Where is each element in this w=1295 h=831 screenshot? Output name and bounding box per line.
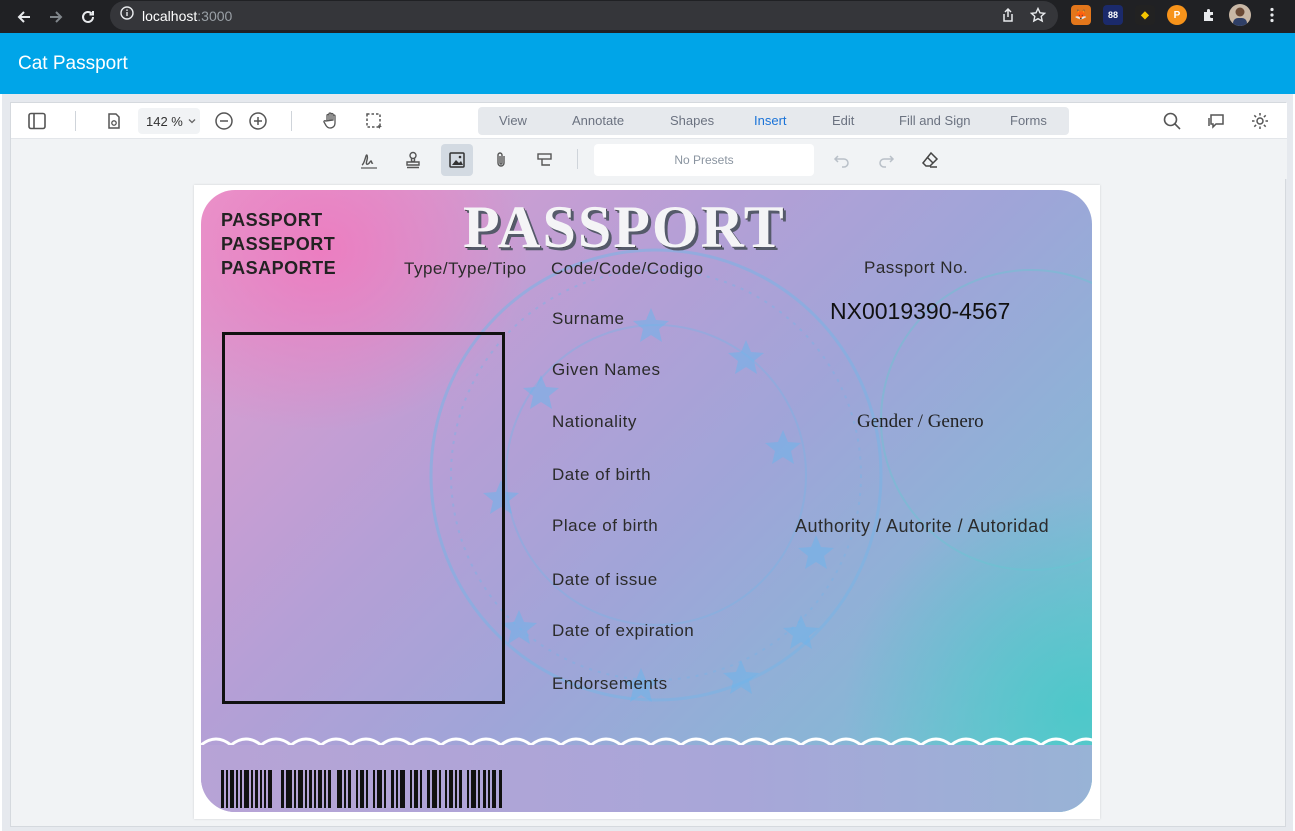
- callout-icon[interactable]: [529, 144, 561, 176]
- address-bar[interactable]: localhost:3000: [110, 1, 1058, 30]
- stamp-icon[interactable]: [397, 144, 429, 176]
- passport-card: PASSPORT PASSEPORT PASAPORTE PASSPORT Ty…: [201, 190, 1092, 812]
- presets-field[interactable]: No Presets: [594, 144, 814, 176]
- sidebar-toggle-icon[interactable]: [26, 110, 48, 132]
- tab-annotate[interactable]: Annotate: [572, 113, 624, 128]
- passport-number-value[interactable]: NX0019390-4567: [830, 298, 1010, 325]
- field-given-names: Given Names: [552, 360, 661, 379]
- metamask-extension-icon[interactable]: 🦊: [1071, 5, 1091, 25]
- search-icon[interactable]: [1161, 110, 1183, 132]
- redo-icon[interactable]: [870, 144, 902, 176]
- extensions-puzzle-icon[interactable]: [1199, 5, 1219, 25]
- zoom-in-icon[interactable]: [247, 110, 269, 132]
- field-date-of-birth: Date of birth: [552, 465, 652, 484]
- pdf-page[interactable]: PASSPORT PASSEPORT PASAPORTE PASSPORT Ty…: [194, 185, 1100, 819]
- header-line-passport: PASSPORT: [221, 210, 323, 230]
- toolbar-divider: [291, 111, 292, 131]
- tab-insert[interactable]: Insert: [754, 113, 787, 128]
- header-line-pasaporte: PASAPORTE: [221, 258, 337, 278]
- browser-toolbar: localhost:3000 🦊 88 ◆ P: [0, 0, 1295, 33]
- tab-edit[interactable]: Edit: [832, 113, 854, 128]
- presets-placeholder: No Presets: [674, 153, 734, 167]
- field-date-of-issue: Date of issue: [552, 570, 658, 589]
- bookmark-star-icon[interactable]: [1029, 6, 1047, 28]
- barcode-graphic: [221, 770, 502, 808]
- profile-avatar[interactable]: [1229, 4, 1251, 26]
- field-surname: Surname: [552, 309, 625, 328]
- photo-placeholder[interactable]: [222, 332, 505, 704]
- field-nationality: Nationality: [552, 412, 637, 431]
- settings-gear-icon[interactable]: [1249, 110, 1271, 132]
- code-label: Code/Code/Codigo: [551, 259, 704, 278]
- reload-icon[interactable]: [74, 3, 102, 31]
- page-settings-icon[interactable]: [103, 110, 125, 132]
- signature-icon[interactable]: [353, 144, 385, 176]
- field-place-of-birth: Place of birth: [552, 516, 659, 535]
- undo-icon[interactable]: [826, 144, 858, 176]
- url-text: localhost:3000: [142, 8, 232, 24]
- image-insert-icon[interactable]: [441, 144, 473, 176]
- gender-label: Gender / Genero: [857, 411, 984, 432]
- zoom-dropdown[interactable]: 142 %: [138, 108, 200, 134]
- back-icon[interactable]: [10, 3, 38, 31]
- header-line-passeport: PASSEPORT: [221, 234, 336, 254]
- field-endorsements: Endorsements: [552, 674, 668, 693]
- app-title: Cat Passport: [18, 52, 128, 74]
- passport-title: PASSPORT: [463, 194, 786, 260]
- authority-label: Authority / Autorite / Autoridad: [795, 516, 1050, 536]
- chevron-down-icon: [187, 114, 197, 129]
- zoom-out-icon[interactable]: [213, 110, 235, 132]
- main-toolbar: 142 % View Annotate Shapes Insert Edit F…: [11, 103, 1287, 139]
- forward-icon[interactable]: [42, 3, 70, 31]
- extension-icon-88[interactable]: 88: [1103, 5, 1123, 25]
- share-icon[interactable]: [1000, 7, 1016, 28]
- extension-icon-cube[interactable]: ◆: [1135, 5, 1155, 25]
- comments-icon[interactable]: [1205, 110, 1227, 132]
- eraser-icon[interactable]: [914, 144, 946, 176]
- type-label: Type/Type/Tipo: [404, 259, 527, 278]
- menu-kebab-icon[interactable]: [1262, 5, 1282, 25]
- passport-no-label: Passport No.: [864, 258, 969, 277]
- url-host: localhost: [142, 7, 198, 24]
- toolbar-divider: [75, 111, 76, 131]
- document-viewer: 142 % View Annotate Shapes Insert Edit F…: [2, 94, 1293, 831]
- toolbar-divider: [577, 149, 578, 169]
- ribbon-tabs: View Annotate Shapes Insert Edit Fill an…: [478, 107, 1069, 135]
- extension-icon-p[interactable]: P: [1167, 5, 1187, 25]
- field-date-of-expiration: Date of expiration: [552, 621, 695, 640]
- app-header: Cat Passport: [0, 33, 1295, 94]
- url-port: :3000: [197, 7, 233, 24]
- pan-hand-icon[interactable]: [320, 110, 342, 132]
- attachment-icon[interactable]: [485, 144, 517, 176]
- tab-shapes[interactable]: Shapes: [670, 113, 714, 128]
- insert-toolbar: No Presets: [11, 139, 1287, 179]
- info-icon[interactable]: [120, 6, 134, 25]
- tab-view[interactable]: View: [499, 113, 527, 128]
- tab-forms[interactable]: Forms: [1010, 113, 1047, 128]
- zoom-value: 142 %: [146, 113, 183, 129]
- marquee-select-icon[interactable]: [363, 110, 385, 132]
- tab-fill-and-sign[interactable]: Fill and Sign: [899, 113, 971, 128]
- viewer-frame: 142 % View Annotate Shapes Insert Edit F…: [10, 102, 1287, 827]
